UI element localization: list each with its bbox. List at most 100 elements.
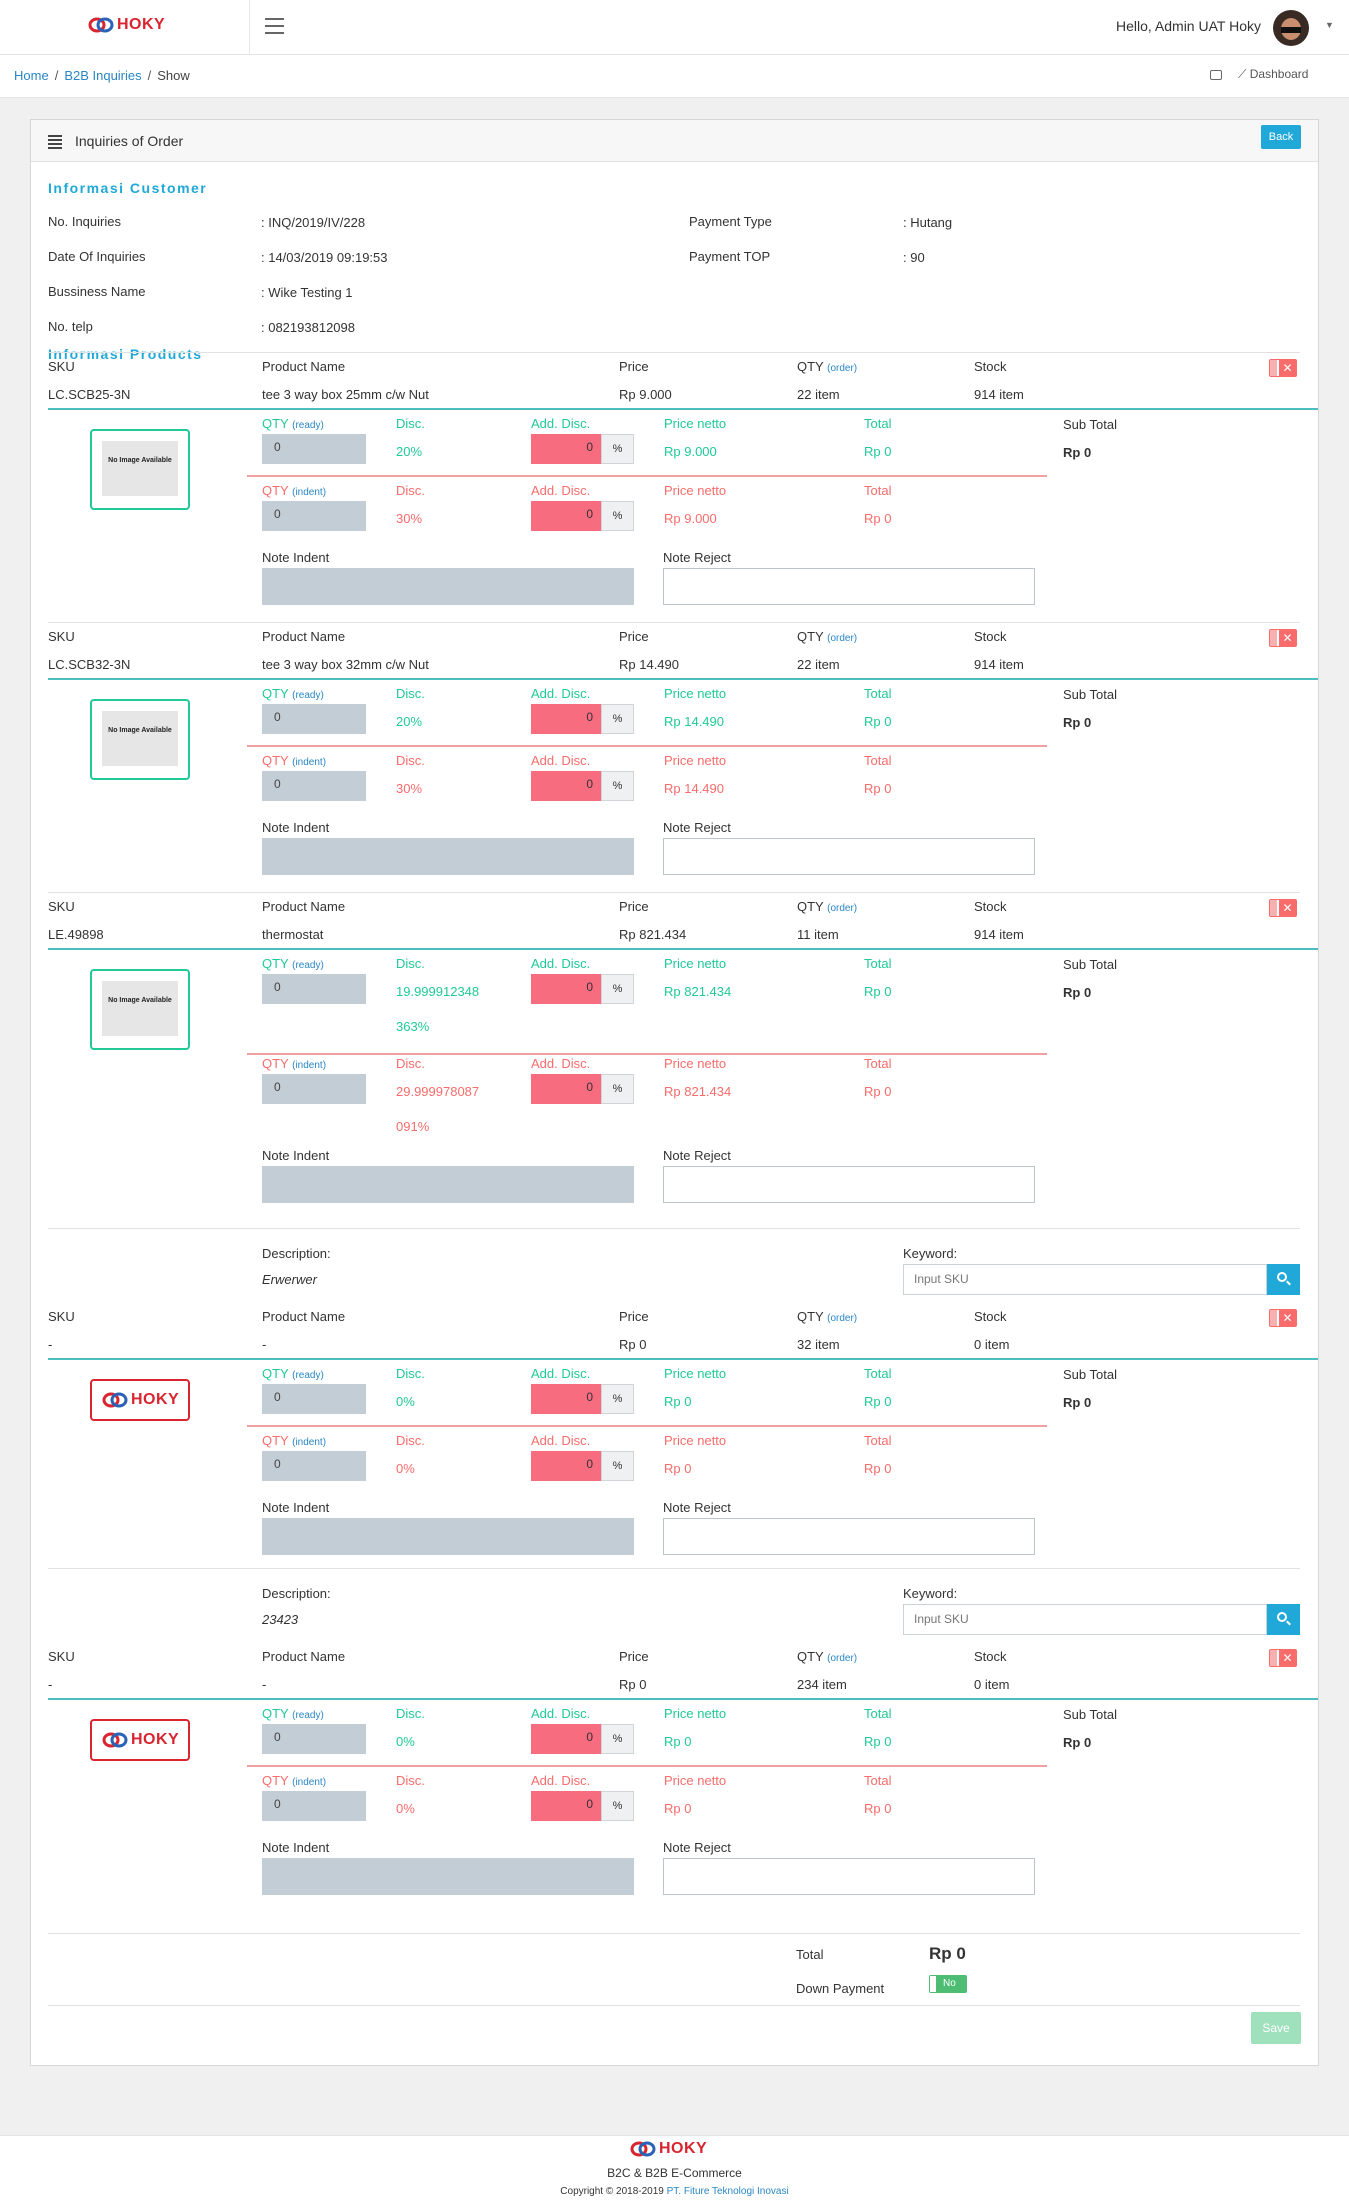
breadcrumb-bar: Home / B2B Inquiries / Show ⟋ Dashboard (0, 55, 1349, 98)
delete-product-button[interactable]: ✕ (1269, 359, 1297, 377)
hoky-logo-text: HOKY (131, 1731, 180, 1748)
note-reject-input[interactable] (663, 568, 1035, 605)
qty-ready-input[interactable]: 0 (262, 1384, 366, 1414)
sub-total-value: Rp 0 (1063, 445, 1092, 460)
close-icon: ✕ (1279, 900, 1296, 916)
indent-add-disc-value[interactable]: 0 (531, 771, 601, 801)
indent-disc-value-cont: 091% (396, 1119, 430, 1134)
ready-disc-value: 19.999912348 (396, 984, 480, 999)
ready-disc-label: Disc. (396, 416, 425, 431)
no-image-placeholder: No Image Available (102, 441, 178, 496)
inquiry-card: Inquiries of Order Back Informasi Custom… (30, 119, 1319, 2066)
qty-ready-label: QTY (ready) (262, 1366, 324, 1381)
note-indent-input[interactable] (262, 1858, 634, 1895)
delete-product-button[interactable]: ✕ (1269, 629, 1297, 647)
keyword-search-button[interactable] (1267, 1264, 1300, 1295)
qty-indent-text: QTY (262, 483, 289, 498)
qty-label: QTY (order) (797, 359, 857, 374)
sub-total-label: Sub Total (1063, 1367, 1117, 1382)
ready-separator (48, 1358, 1318, 1360)
qty-indent-input[interactable]: 0 (262, 501, 366, 531)
sku-label: SKU (48, 629, 75, 644)
note-reject-input[interactable] (663, 1518, 1035, 1555)
qty-indent-input[interactable]: 0 (262, 1451, 366, 1481)
percent-addon: % (601, 704, 634, 734)
message-icon[interactable] (1210, 69, 1222, 80)
ready-price-netto-value: Rp 0 (664, 1394, 692, 1409)
sku-label: SKU (48, 1649, 75, 1664)
ready-total-label: Total (864, 686, 892, 701)
qty-ready-text: QTY (262, 956, 289, 971)
note-indent-input[interactable] (262, 568, 634, 605)
breadcrumb-b2b-inquiries[interactable]: B2B Inquiries (64, 68, 141, 83)
sub-total-label: Sub Total (1063, 1707, 1117, 1722)
qty-indent-input[interactable]: 0 (262, 1791, 366, 1821)
stock-label: Stock (974, 359, 1007, 374)
qty-ready-input[interactable]: 0 (262, 974, 366, 1004)
note-indent-input[interactable] (262, 1518, 634, 1555)
chevron-down-icon[interactable]: ▼ (1325, 20, 1334, 30)
product-name-value: tee 3 way box 25mm c/w Nut (262, 387, 429, 402)
down-payment-toggle[interactable]: No (929, 1975, 967, 1993)
ready-disc-value: 0% (396, 1734, 415, 1749)
indent-add-disc-value[interactable]: 0 (531, 501, 601, 531)
dashboard-link[interactable]: Dashboard (1250, 67, 1309, 81)
ready-add-disc-value[interactable]: 0 (531, 974, 601, 1004)
ready-separator (48, 1698, 1318, 1700)
qty-ready-input[interactable]: 0 (262, 1724, 366, 1754)
top-navbar: HOKY Hello, Admin UAT Hoky ▼ (0, 0, 1349, 55)
close-icon: ✕ (1279, 1310, 1296, 1326)
ready-add-disc-value[interactable]: 0 (531, 1384, 601, 1414)
keyword-search-button[interactable] (1267, 1604, 1300, 1635)
product-divider (48, 622, 1300, 623)
note-reject-input[interactable] (663, 1166, 1035, 1203)
sub-total-label: Sub Total (1063, 417, 1117, 432)
indent-add-disc-value[interactable]: 0 (531, 1791, 601, 1821)
indent-add-disc-value[interactable]: 0 (531, 1074, 601, 1104)
note-reject-label: Note Reject (663, 1840, 731, 1855)
delete-product-button[interactable]: ✕ (1269, 1649, 1297, 1667)
telp-value: : 082193812098 (261, 320, 355, 335)
toggle-label: No (943, 1978, 956, 1989)
qty-ready-input[interactable]: 0 (262, 434, 366, 464)
back-button[interactable]: Back (1261, 125, 1301, 149)
ready-price-netto-label: Price netto (664, 416, 727, 431)
ready-total-value: Rp 0 (864, 1734, 892, 1749)
sidebar-toggle-icon[interactable] (265, 18, 284, 34)
keyword-input[interactable]: Input SKU (903, 1264, 1267, 1295)
qty-order-tag: (order) (827, 363, 858, 374)
hoky-logo[interactable]: HOKY (88, 16, 165, 34)
ready-add-disc-value[interactable]: 0 (531, 1724, 601, 1754)
ready-add-disc-label: Add. Disc. (531, 686, 591, 701)
qty-indent-input[interactable]: 0 (262, 771, 366, 801)
avatar[interactable] (1273, 10, 1309, 46)
description-value: 23423 (262, 1612, 299, 1627)
indent-tag: (indent) (292, 487, 327, 498)
product-image: No Image Available (90, 969, 190, 1050)
date-label: Date Of Inquiries (48, 249, 146, 264)
note-reject-input[interactable] (663, 838, 1035, 875)
note-indent-input[interactable] (262, 1166, 634, 1203)
percent-addon: % (601, 1074, 634, 1104)
breadcrumb-home[interactable]: Home (14, 68, 49, 83)
note-reject-input[interactable] (663, 1858, 1035, 1895)
delete-product-button[interactable]: ✕ (1269, 899, 1297, 917)
indent-price-netto-label: Price netto (664, 483, 727, 498)
indent-add-disc-value[interactable]: 0 (531, 1451, 601, 1481)
ready-disc-value-cont: 363% (396, 1019, 430, 1034)
sub-total-label: Sub Total (1063, 957, 1117, 972)
qty-text: QTY (797, 899, 824, 914)
note-indent-input[interactable] (262, 838, 634, 875)
percent-addon: % (601, 434, 634, 464)
qty-ready-input[interactable]: 0 (262, 704, 366, 734)
save-button[interactable]: Save (1251, 2012, 1301, 2044)
indent-total-label: Total (864, 753, 892, 768)
delete-product-button[interactable]: ✕ (1269, 1309, 1297, 1327)
keyword-input[interactable]: Input SKU (903, 1604, 1267, 1635)
company-link[interactable]: PT. Fiture Teknologi Inovasi (667, 2186, 789, 2197)
ready-price-netto-label: Price netto (664, 1706, 727, 1721)
ready-add-disc-value[interactable]: 0 (531, 704, 601, 734)
qty-ready-label: QTY (ready) (262, 686, 324, 701)
ready-add-disc-value[interactable]: 0 (531, 434, 601, 464)
qty-indent-input[interactable]: 0 (262, 1074, 366, 1104)
